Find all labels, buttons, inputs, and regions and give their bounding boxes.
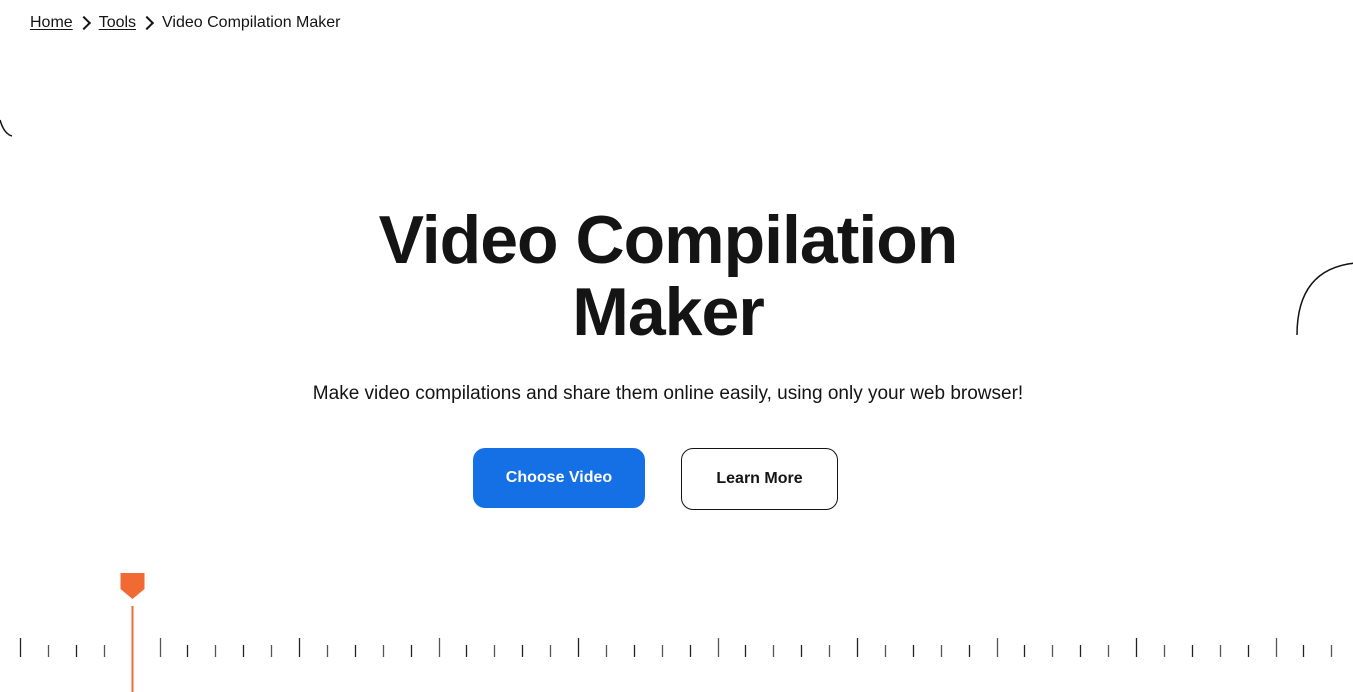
learn-more-button[interactable]: Learn More (681, 448, 838, 510)
decorative-curve-left (0, 119, 13, 137)
breadcrumb-tools-link[interactable]: Tools (99, 14, 136, 32)
playhead-marker-icon[interactable] (120, 573, 145, 599)
playhead-handle[interactable] (120, 573, 145, 692)
chevron-right-icon (139, 15, 155, 31)
breadcrumb-current: Video Compilation Maker (162, 14, 341, 31)
breadcrumb: Home Tools Video Compilation Maker (30, 14, 341, 32)
chevron-right-icon (76, 15, 91, 31)
page-title-line1: Video Compilation (378, 202, 959, 278)
page-title: Video Compilation Maker (0, 204, 1336, 348)
hero-subtitle: Make video compilations and share them o… (312, 383, 1024, 404)
choose-video-button[interactable]: Choose Video (473, 448, 645, 508)
page-title-line2: Maker (572, 274, 765, 350)
breadcrumb-home-link[interactable]: Home (30, 14, 73, 32)
timeline-ruler[interactable] (0, 560, 1353, 692)
